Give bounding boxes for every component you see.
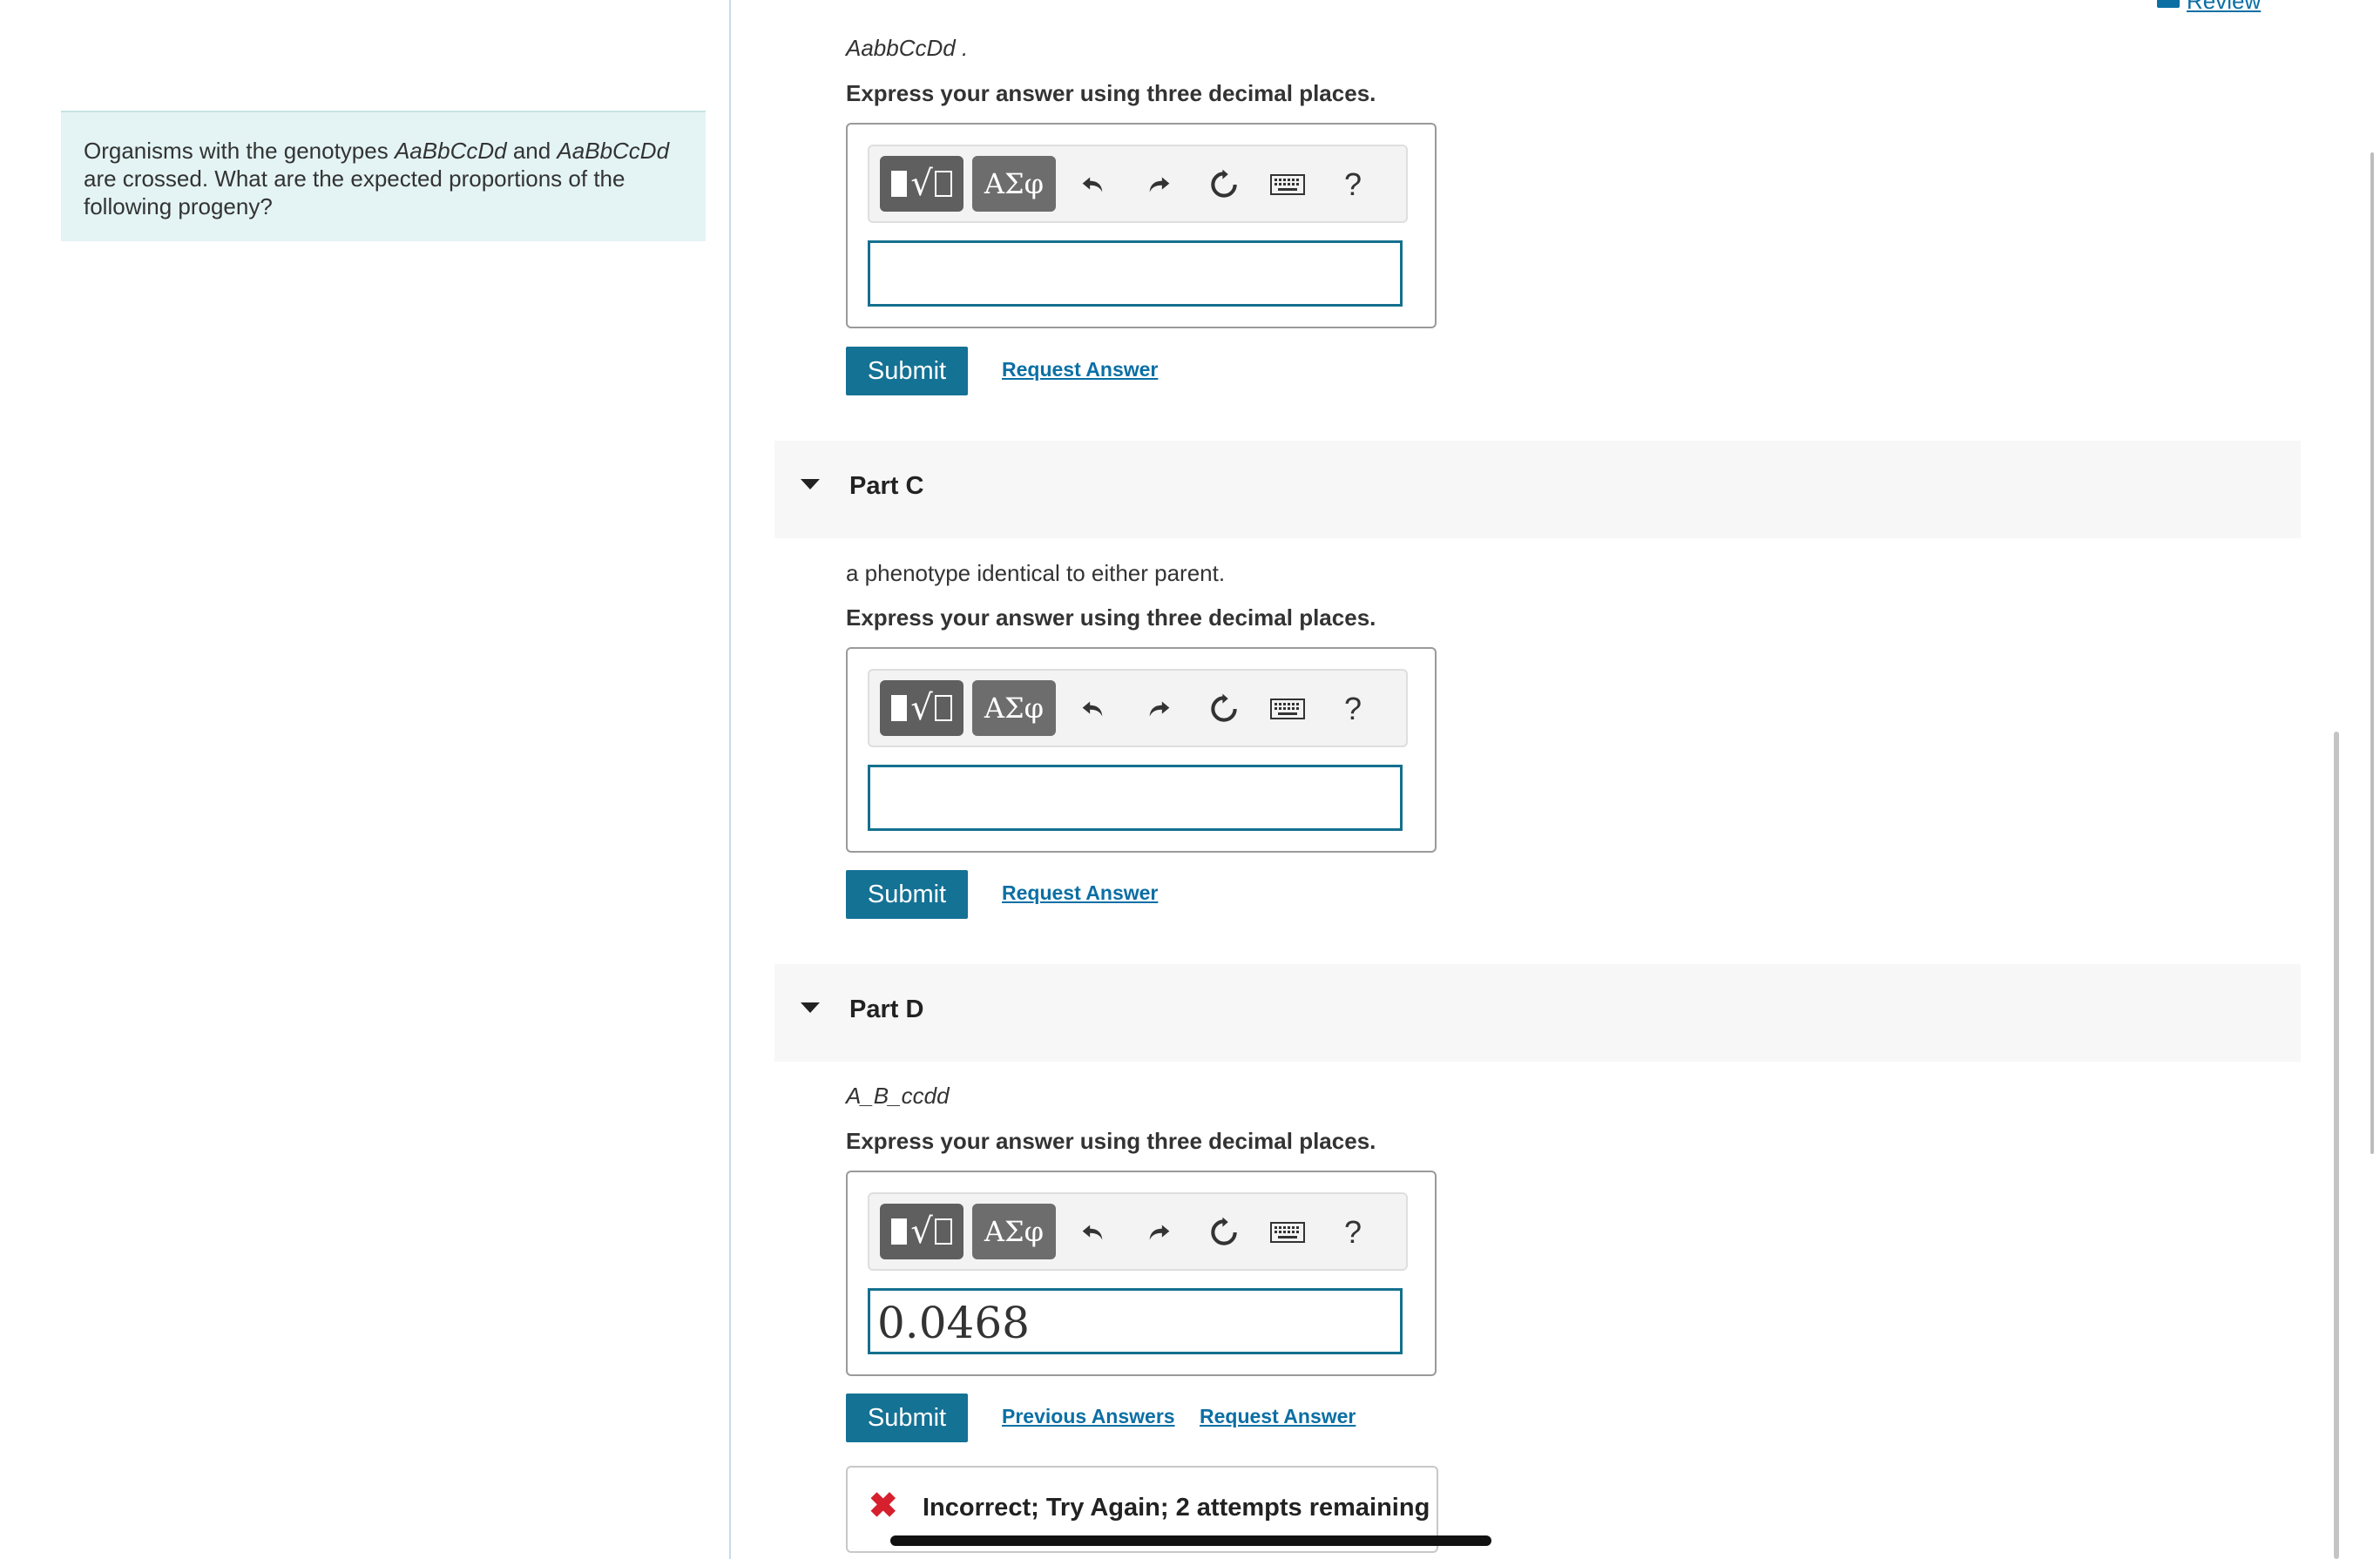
redo-icon[interactable]	[1140, 164, 1179, 206]
templates-icon	[891, 171, 908, 197]
genotype-2: AaBbCcDd	[557, 138, 670, 164]
part-c-prompt: a phenotype identical to either parent.	[846, 560, 1226, 586]
undo-icon[interactable]	[1073, 1211, 1112, 1253]
part-c-instruction: Express your answer using three decimal …	[846, 604, 1376, 631]
part-d-submit-button[interactable]: Submit	[846, 1394, 968, 1442]
keyboard-icon[interactable]	[1268, 1211, 1307, 1253]
part-d-answer-card: √ ΑΣφ ? 0.0468	[846, 1171, 1437, 1376]
undo-icon[interactable]	[1073, 688, 1112, 730]
keyboard-icon[interactable]	[1268, 688, 1307, 730]
greek-symbols-button[interactable]: ΑΣφ	[972, 156, 1056, 212]
reset-icon[interactable]	[1205, 688, 1243, 730]
reset-icon[interactable]	[1205, 164, 1243, 206]
review-link[interactable]: Review	[2157, 0, 2261, 15]
keyboard-icon[interactable]	[1268, 164, 1307, 206]
reset-icon[interactable]	[1205, 1211, 1243, 1253]
templates-button[interactable]: √	[880, 1204, 963, 1259]
scrollbar-thumb[interactable]	[2334, 732, 2339, 1559]
math-toolbar: √ ΑΣφ ?	[868, 145, 1408, 223]
part-c-answer-input[interactable]	[868, 765, 1403, 831]
templates-icon	[891, 695, 908, 721]
part-c-request-answer-link[interactable]: Request Answer	[1002, 881, 1158, 905]
part-b-answer-input[interactable]	[868, 240, 1403, 307]
part-b-prompt: AabbCcDd .	[846, 35, 969, 61]
problem-text-3: are crossed. What are the expected propo…	[84, 165, 625, 219]
redo-icon[interactable]	[1140, 1211, 1179, 1253]
x-icon: ✖	[869, 1487, 898, 1525]
math-toolbar: √ ΑΣφ ?	[868, 669, 1408, 747]
help-icon[interactable]: ?	[1334, 164, 1372, 206]
review-label: Review	[2187, 0, 2262, 14]
part-d-title: Part D	[849, 995, 924, 1023]
part-c-submit-button[interactable]: Submit	[846, 870, 968, 919]
part-d-prompt: A_B_ccdd	[846, 1083, 950, 1109]
chevron-down-icon	[801, 1002, 820, 1013]
home-indicator[interactable]	[890, 1535, 1491, 1546]
redo-icon[interactable]	[1140, 688, 1179, 730]
part-c-title: Part C	[849, 472, 924, 500]
part-b-submit-button[interactable]: Submit	[846, 347, 968, 395]
part-b-answer-card: √ ΑΣφ ?	[846, 123, 1437, 328]
greek-symbols-button[interactable]: ΑΣφ	[972, 680, 1056, 736]
genotype-1: AaBbCcDd	[394, 138, 507, 164]
help-icon[interactable]: ?	[1334, 1211, 1372, 1253]
part-d-request-answer-link[interactable]: Request Answer	[1200, 1405, 1356, 1428]
book-icon	[2157, 0, 2180, 8]
templates-button[interactable]: √	[880, 156, 963, 212]
part-d-answer-input[interactable]: 0.0468	[868, 1288, 1403, 1354]
chevron-down-icon	[801, 479, 820, 489]
part-b-instruction: Express your answer using three decimal …	[846, 80, 1376, 106]
problem-text-2: and	[506, 138, 558, 164]
part-c-answer-card: √ ΑΣφ ?	[846, 647, 1437, 853]
problem-text-1: Organisms with the genotypes	[84, 138, 395, 164]
help-icon[interactable]: ?	[1334, 688, 1372, 730]
part-d-instruction: Express your answer using three decimal …	[846, 1128, 1376, 1154]
templates-button[interactable]: √	[880, 680, 963, 736]
part-d-header[interactable]: Part D	[774, 964, 2301, 1062]
feedback-message: Incorrect; Try Again; 2 attempts remaini…	[923, 1494, 1430, 1522]
part-b-request-answer-link[interactable]: Request Answer	[1002, 358, 1158, 381]
panel-divider	[729, 0, 731, 1559]
part-d-previous-answers-link[interactable]: Previous Answers	[1002, 1405, 1175, 1428]
math-toolbar: √ ΑΣφ ?	[868, 1192, 1408, 1271]
undo-icon[interactable]	[1073, 164, 1112, 206]
problem-statement: Organisms with the genotypes AaBbCcDd an…	[61, 111, 706, 241]
greek-symbols-button[interactable]: ΑΣφ	[972, 1204, 1056, 1259]
scrollbar-thumb[interactable]	[2370, 152, 2374, 1154]
templates-icon	[891, 1218, 908, 1245]
part-c-header[interactable]: Part C	[774, 441, 2301, 538]
